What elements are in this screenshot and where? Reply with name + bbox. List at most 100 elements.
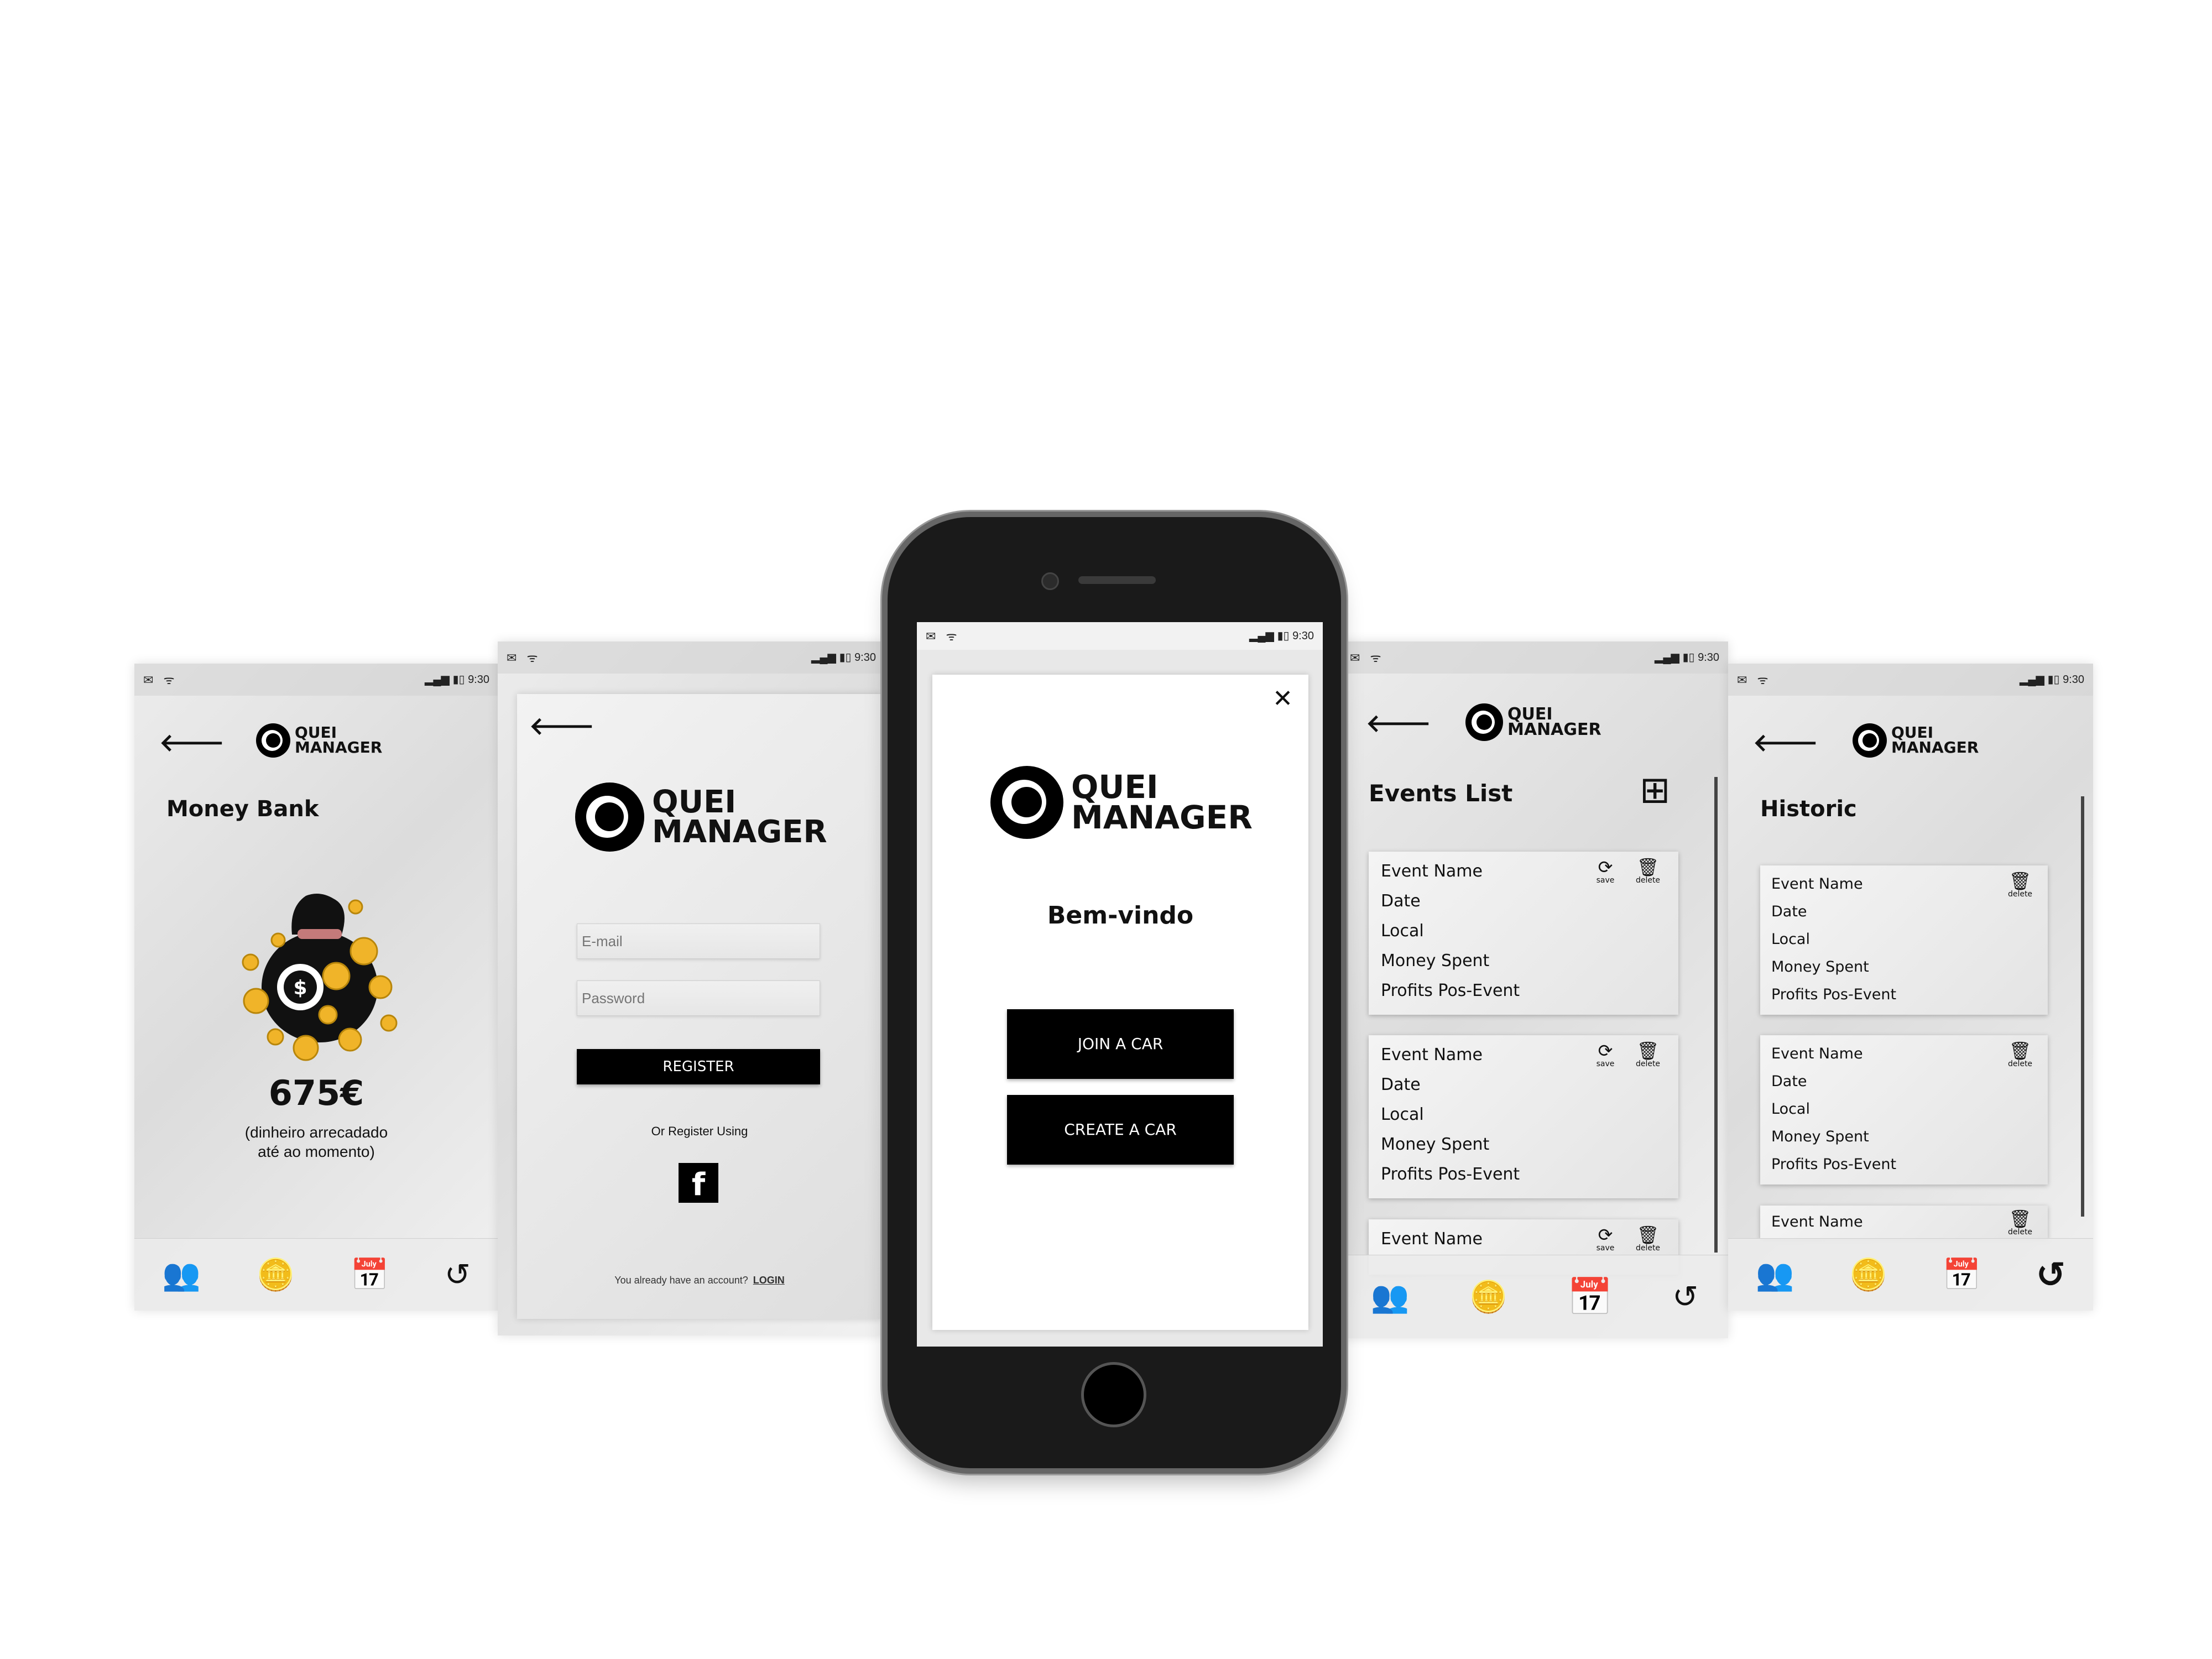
history-icon[interactable]: ↺ [445,1259,471,1290]
event-name: Event Name [1771,875,1863,893]
event-local: Local [1381,1105,1424,1124]
home-button[interactable] [1081,1362,1146,1427]
already-account-row: You already have an account? LOGIN [517,1275,882,1286]
history-icon[interactable]: ↺ [2036,1257,2066,1292]
facebook-icon[interactable]: f [679,1163,718,1203]
delete-button[interactable]: 🗑 delete [2004,1042,2037,1068]
event-name: Event Name [1381,1045,1483,1065]
bottom-nav: 👥 🪙 📅 ↺ [1728,1238,2093,1311]
status-bar: ✉ ᯤ ▂▄▆ ▮▯ 9:30 [917,622,1323,650]
logo: QUEI MANAGER [1853,723,1979,758]
refresh-icon: ⟳ [1598,857,1613,878]
event-card[interactable]: Event Name Date Local Money Spent Profit… [1760,865,2048,1015]
trash-icon: 🗑 [2008,1040,2032,1061]
event-money-spent: Money Spent [1771,958,1869,975]
email-field[interactable] [577,924,820,959]
password-field[interactable] [577,980,820,1016]
create-car-button[interactable]: CREATE A CAR [1007,1095,1234,1165]
calendar-icon[interactable]: 📅 [1943,1259,1981,1290]
event-profits: Profits Pos-Event [1381,1165,1520,1184]
logo-mark-icon [256,723,290,758]
logo-mark-icon [990,766,1063,839]
logo: QUEI MANAGER [990,766,1253,839]
trash-icon: 🗑 [1636,857,1660,878]
front-camera [1041,572,1059,590]
bottom-nav: 👥 🪙 📅 ↺ [1341,1255,1728,1338]
logo-line2: MANAGER [1507,720,1601,739]
logo: QUEI MANAGER [1465,703,1601,741]
event-name: Event Name [1771,1045,1863,1062]
save-button[interactable]: ⟳ save [1590,1226,1621,1253]
event-name: Event Name [1771,1213,1863,1230]
delete-button[interactable]: 🗑 delete [2004,1210,2037,1237]
welcome-dialog: ✕ QUEI MANAGER Bem-vindo JOIN A CAR CREA… [932,675,1308,1330]
status-bar: ✉ ᯤ ▂▄▆ ▮▯ 9:30 [134,664,498,696]
money-amount: 675€ [268,1073,364,1113]
event-date: Date [1771,903,1807,920]
join-car-button[interactable]: JOIN A CAR [1007,1009,1234,1079]
event-local: Local [1771,931,1810,948]
money-bag-icon: $ [242,894,398,1061]
scrollbar[interactable] [1714,777,1718,1253]
event-local: Local [1381,921,1424,941]
trash-icon: 🗑 [2008,870,2032,891]
back-arrow-icon[interactable]: 🡐 [1366,708,1431,738]
refresh-icon: ⟳ [1598,1224,1613,1245]
delete-button[interactable]: 🗑 delete [2004,872,2037,899]
coins-icon[interactable]: 🪙 [1469,1281,1508,1312]
status-bar: ✉ ᯤ ▂▄▆ ▮▯ 9:30 [1728,664,2093,696]
event-profits: Profits Pos-Event [1771,1156,1897,1173]
status-time: ▂▄▆ ▮▯ 9:30 [424,674,489,686]
events-list-screen: ✉ ᯤ ▂▄▆ ▮▯ 9:30 🡐 QUEI MANAGER Events Li… [1341,641,1728,1338]
save-button[interactable]: ⟳ save [1590,858,1621,885]
scrollbar[interactable] [2081,796,2084,1217]
event-card[interactable]: Event Name 🗑 delete [1760,1206,2048,1239]
history-icon[interactable]: ↺ [1672,1281,1698,1312]
delete-button[interactable]: 🗑 delete [1631,1226,1665,1253]
back-arrow-icon[interactable]: 🡐 [529,711,594,740]
event-card[interactable]: Event Name Date Local Money Spent Profit… [1369,1035,1678,1198]
calendar-icon[interactable]: 📅 [351,1259,389,1290]
close-icon[interactable]: ✕ [1272,685,1293,713]
group-icon[interactable]: 👥 [162,1259,201,1290]
page-title: Events List [1369,780,1513,807]
historic-screen: ✉ ᯤ ▂▄▆ ▮▯ 9:30 🡐 QUEI MANAGER Historic … [1728,664,2093,1311]
delete-button[interactable]: 🗑 delete [1631,1042,1665,1068]
event-card[interactable]: Event Name Date Local Money Spent Profit… [1760,1035,2048,1185]
status-time: ▂▄▆ ▮▯ 9:30 [1654,651,1719,664]
event-card[interactable]: Event Name Date Local Money Spent Profit… [1369,852,1678,1015]
logo-mark-icon [1853,723,1887,758]
save-button[interactable]: ⟳ save [1590,1042,1621,1068]
event-money-spent: Money Spent [1771,1128,1869,1145]
logo-mark-icon [575,782,644,852]
event-profits: Profits Pos-Event [1771,986,1897,1003]
earpiece-speaker [1078,576,1156,584]
logo-line2: MANAGER [652,813,827,850]
event-money-spent: Money Spent [1381,951,1490,971]
logo-line2: MANAGER [1891,738,1979,757]
delete-button[interactable]: 🗑 delete [1631,858,1665,885]
money-bank-screen: ✉ ᯤ ▂▄▆ ▮▯ 9:30 🡐 QUEI MANAGER Money Ban… [134,664,498,1311]
login-link[interactable]: LOGIN [753,1275,785,1286]
coins-icon[interactable]: 🪙 [1849,1259,1888,1290]
page-title: Money Bank [166,796,319,822]
status-icons-left: ✉ ᯤ [143,673,178,687]
register-button[interactable]: REGISTER [577,1049,820,1084]
group-icon[interactable]: 👥 [1371,1281,1410,1312]
trash-icon: 🗑 [2008,1208,2032,1229]
status-bar: ✉ ᯤ ▂▄▆ ▮▯ 9:30 [1341,641,1728,674]
event-name: Event Name [1381,1229,1483,1249]
register-panel: 🡐 QUEI MANAGER REGISTER Or Register Usin… [517,694,882,1319]
event-local: Local [1771,1100,1810,1118]
coins-icon[interactable]: 🪙 [256,1259,295,1290]
add-event-icon[interactable]: ⊞ [1640,771,1670,808]
group-icon[interactable]: 👥 [1756,1259,1794,1290]
bottom-nav: 👥 🪙 📅 ↺ [134,1238,498,1311]
event-name: Event Name [1381,862,1483,881]
calendar-icon[interactable]: 📅 [1567,1279,1613,1315]
back-arrow-icon[interactable]: 🡐 [1753,727,1818,757]
back-arrow-icon[interactable]: 🡐 [159,727,225,757]
status-icons-left: ✉ ᯤ [1350,651,1385,665]
status-time: ▂▄▆ ▮▯ 9:30 [1249,630,1314,642]
svg-text:$: $ [293,977,307,999]
